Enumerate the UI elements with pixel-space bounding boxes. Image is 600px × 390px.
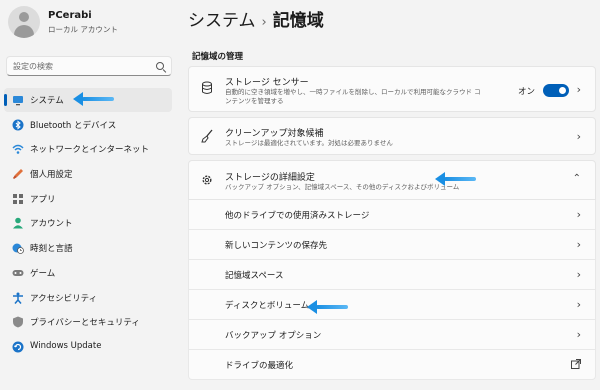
sidebar-item-time-language[interactable]: 時刻と言語 (4, 236, 172, 260)
page-title: 記憶域 (272, 11, 324, 31)
storage-sense-title: ストレージ センサー (225, 78, 309, 88)
sidebar-item-label: アクセシビリティ (30, 293, 98, 304)
subitem-disks-volumes[interactable]: ディスクとボリューム › (188, 290, 596, 320)
avatar (8, 6, 40, 38)
sidebar-item-label: Bluetooth とデバイス (30, 120, 117, 131)
sidebar-item-bluetooth[interactable]: Bluetooth とデバイス (4, 113, 172, 137)
sidebar-item-label: プライバシーとセキュリティ (30, 318, 140, 329)
subitem-backup-options[interactable]: バックアップ オプション › (188, 320, 596, 350)
storage-sense-desc: 自動的に空き領域を増やし、一時ファイルを削除し、ローカルで利用可能なクラウド コ… (225, 88, 481, 105)
subitem-optimize-drives[interactable]: ドライブの最適化 (188, 350, 596, 380)
sidebar-item-label: システム (30, 96, 64, 106)
sidebar-item-label: アプリ (30, 194, 56, 205)
external-link-icon (571, 359, 581, 372)
toggle-state-label: オン (517, 87, 535, 97)
gear-icon (201, 173, 213, 190)
brush-icon (12, 168, 24, 180)
search-placeholder: 設定の検索 (13, 62, 53, 71)
annotation-arrow (435, 172, 476, 186)
annotation-arrow (307, 300, 348, 314)
sidebar-item-windows-update[interactable]: Windows Update (4, 335, 172, 359)
search-input[interactable]: 設定の検索 (6, 56, 172, 76)
subitem-label: 新しいコンテンツの保存先 (225, 241, 328, 251)
subitem-other-drives[interactable]: 他のドライブでの使用済みストレージ › (188, 200, 596, 230)
chevron-right-icon: › (576, 208, 581, 221)
breadcrumb-parent[interactable]: システム (188, 11, 256, 31)
subitem-save-location[interactable]: 新しいコンテンツの保存先 › (188, 230, 596, 260)
chevron-up-icon[interactable]: ⌃ (573, 173, 581, 184)
sidebar-item-privacy[interactable]: プライバシーとセキュリティ (4, 310, 172, 334)
sidebar-item-label: 時刻と言語 (30, 244, 73, 255)
user-profile[interactable]: PCerabi ローカル アカウント (8, 6, 178, 42)
chevron-right-icon: › (576, 83, 581, 96)
storage-sense-toggle[interactable] (543, 84, 569, 97)
apps-icon (12, 193, 24, 205)
subitem-label: ドライブの最適化 (225, 361, 294, 371)
sidebar-item-label: ネットワークとインターネット (30, 145, 150, 156)
sidebar-item-gaming[interactable]: ゲーム (4, 261, 172, 285)
advanced-title: ストレージの詳細設定 (225, 173, 315, 183)
sidebar-item-accounts[interactable]: アカウント (4, 211, 172, 235)
main-content: システム › 記憶域 記憶域の管理 ストレージ センサー 自動的に空き領域を増やし、… (188, 0, 600, 390)
cleanup-card[interactable]: クリーンアップ対象候補 ストレージは最適化されています。対処は必要ありません › (188, 117, 596, 155)
sidebar-item-label: ゲーム (30, 268, 56, 279)
sidebar-item-label: Windows Update (30, 340, 102, 351)
broom-icon (201, 129, 213, 146)
gamepad-icon (12, 267, 24, 279)
search-icon (156, 62, 164, 70)
cleanup-desc: ストレージは最適化されています。対処は必要ありません (225, 139, 393, 147)
globe-clock-icon (12, 242, 24, 255)
sidebar-item-label: アカウント (30, 219, 73, 230)
subitem-label: 記憶域スペース (225, 271, 284, 281)
chevron-right-icon: › (576, 328, 581, 341)
sidebar: PCerabi ローカル アカウント 設定の検索 システム Bluetooth … (0, 0, 180, 390)
subitem-label: バックアップ オプション (225, 331, 322, 341)
subitem-storage-spaces[interactable]: 記憶域スペース › (188, 260, 596, 290)
update-icon (12, 341, 24, 353)
subitem-label: ディスクとボリューム (225, 301, 310, 311)
advanced-desc: バックアップ オプション、記憶域スペース、その他のディスクおよびボリューム (225, 183, 460, 191)
cleanup-title: クリーンアップ対象候補 (225, 129, 324, 139)
sidebar-item-label: 個人用設定 (30, 170, 73, 181)
subitem-label: 他のドライブでの使用済みストレージ (225, 211, 370, 221)
section-title: 記憶域の管理 (192, 52, 244, 62)
chevron-right-icon: › (576, 298, 581, 311)
annotation-arrow (73, 92, 114, 106)
user-name: PCerabi (48, 10, 92, 21)
bluetooth-icon (12, 119, 24, 131)
breadcrumb-separator: › (261, 15, 267, 30)
wifi-icon (12, 143, 24, 155)
sidebar-item-apps[interactable]: アプリ (4, 187, 172, 211)
sidebar-item-personalization[interactable]: 個人用設定 (4, 162, 172, 186)
database-icon (201, 81, 213, 98)
accessibility-icon (12, 292, 24, 304)
sidebar-item-accessibility[interactable]: アクセシビリティ (4, 286, 172, 310)
sidebar-item-network[interactable]: ネットワークとインターネット (4, 137, 172, 161)
person-icon (12, 217, 24, 229)
sidebar-nav: システム Bluetooth とデバイス ネットワークとインターネット 個人用設… (4, 88, 172, 360)
breadcrumb: システム › 記憶域 (188, 6, 324, 31)
chevron-right-icon: › (576, 238, 581, 251)
shield-icon (12, 316, 24, 328)
storage-sense-card[interactable]: ストレージ センサー 自動的に空き領域を増やし、一時ファイルを削除し、ローカルで… (188, 66, 596, 112)
user-account-type: ローカル アカウント (48, 25, 118, 34)
chevron-right-icon: › (576, 130, 581, 143)
monitor-icon (12, 94, 24, 106)
advanced-storage-card[interactable]: ストレージの詳細設定 バックアップ オプション、記憶域スペース、その他のディスク… (188, 160, 596, 200)
chevron-right-icon: › (576, 268, 581, 281)
